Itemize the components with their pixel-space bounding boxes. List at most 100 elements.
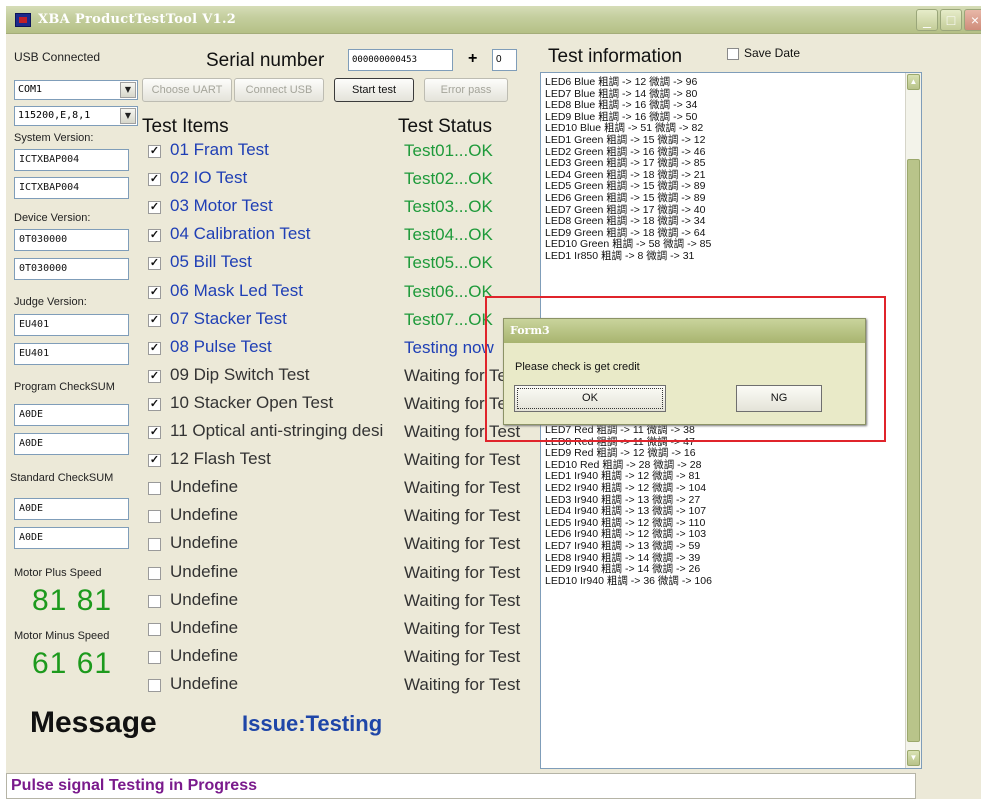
test-status: Waiting for Test (404, 450, 521, 469)
chevron-down-icon[interactable]: ▼ (120, 108, 136, 124)
judge-version-field-1[interactable]: EU401 (14, 314, 129, 336)
test-checkbox[interactable]: ✓ (148, 286, 161, 299)
highlight-frame (485, 296, 886, 442)
test-checkbox[interactable] (148, 623, 161, 636)
test-checkbox[interactable]: ✓ (148, 454, 161, 467)
chevron-down-icon[interactable]: ▼ (120, 82, 136, 98)
com-port-value: COM1 (18, 84, 43, 95)
test-item-name: Undefine (170, 618, 239, 637)
standard-checksum-field-1[interactable]: A0DE (14, 498, 129, 520)
maximize-button[interactable]: □ (940, 9, 962, 31)
test-checkbox[interactable]: ✓ (148, 426, 161, 439)
test-checkbox[interactable]: ✓ (148, 145, 161, 158)
test-item-name: Undefine (170, 533, 239, 552)
test-item-name: 05 Bill Test (170, 252, 252, 271)
log-scrollbar[interactable]: ▲ ▼ (905, 73, 921, 768)
serial-number-input[interactable]: 000000000453 (348, 49, 453, 71)
window-title: XBA ProductTestTool V1.2 (38, 12, 237, 27)
serial-number-title: Serial number (206, 50, 325, 71)
scroll-up-icon[interactable]: ▲ (907, 74, 920, 90)
scroll-thumb[interactable] (907, 159, 920, 742)
plus-sign: + (468, 50, 478, 67)
test-checkbox[interactable]: ✓ (148, 342, 161, 355)
test-item-name: Undefine (170, 477, 239, 496)
standard-checksum-label: Standard CheckSUM (10, 472, 114, 484)
test-checkbox[interactable] (148, 538, 161, 551)
test-checkbox[interactable]: ✓ (148, 314, 161, 327)
test-checkbox[interactable] (148, 595, 161, 608)
device-version-field-2[interactable]: 0T030000 (14, 258, 129, 280)
test-checkbox[interactable] (148, 567, 161, 580)
test-status: Test05...OK (404, 253, 493, 272)
system-version-field-1[interactable]: ICTXBAP004 (14, 149, 129, 171)
program-checksum-label: Program CheckSUM (14, 381, 115, 393)
test-row: ✓ 10 Stacker Open Test Waiting for Test (148, 393, 540, 419)
log-line: LED7 Ir940 粗調 -> 13 微調 -> 59 (545, 540, 701, 552)
baud-select[interactable]: 115200,E,8,1 ▼ (14, 106, 138, 126)
test-information-title: Test information (548, 46, 683, 67)
log-line: LED10 Ir940 粗調 -> 36 微調 -> 106 (545, 574, 712, 587)
test-checkbox[interactable] (148, 651, 161, 664)
test-checkbox[interactable]: ✓ (148, 201, 161, 214)
test-status: Testing now (404, 338, 494, 357)
serial-increment-input[interactable]: 0 (492, 49, 517, 71)
test-item-name: 04 Calibration Test (170, 224, 311, 243)
com-port-select[interactable]: COM1 ▼ (14, 80, 138, 100)
test-item-name: 07 Stacker Test (170, 309, 287, 328)
log-line: LED2 Ir940 粗調 -> 12 微調 -> 104 (545, 482, 707, 494)
test-status: Test04...OK (404, 225, 493, 244)
test-checkbox[interactable]: ✓ (148, 398, 161, 411)
test-item-name: Undefine (170, 646, 239, 665)
test-item-name: 12 Flash Test (170, 449, 271, 468)
motor-minus-label: Motor Minus Speed (14, 630, 110, 642)
choose-uart-button[interactable]: Choose UART (142, 78, 232, 102)
save-date-checkbox[interactable] (727, 48, 739, 60)
test-row: ✓ 05 Bill Test Test05...OK (148, 252, 540, 278)
test-row: ✓ 02 IO Test Test02...OK (148, 168, 540, 194)
judge-version-field-2[interactable]: EU401 (14, 343, 129, 365)
close-button[interactable]: × (964, 9, 981, 31)
test-checkbox[interactable]: ✓ (148, 229, 161, 242)
test-checkbox[interactable]: ✓ (148, 257, 161, 270)
test-status: Waiting for Test (404, 478, 521, 497)
issue-status: Issue:Testing (242, 711, 383, 736)
system-version-label: System Version: (14, 132, 94, 144)
message-label: Message (30, 706, 157, 739)
minimize-button[interactable]: _ (916, 9, 938, 31)
test-status: Waiting for Test (404, 506, 521, 525)
test-checkbox[interactable]: ✓ (148, 370, 161, 383)
log-line: LED6 Green 粗調 -> 15 微調 -> 89 (545, 192, 706, 204)
test-row: ✓ 04 Calibration Test Test04...OK (148, 224, 540, 250)
test-item-name: 03 Motor Test (170, 196, 273, 215)
test-item-name: 01 Fram Test (170, 140, 269, 159)
connect-usb-button[interactable]: Connect USB (234, 78, 324, 102)
test-checkbox[interactable] (148, 679, 161, 692)
log-line: LED1 Green 粗調 -> 15 微調 -> 12 (545, 134, 706, 146)
test-status: Test03...OK (404, 197, 493, 216)
motor-plus-label: Motor Plus Speed (14, 567, 102, 579)
device-version-field-1[interactable]: 0T030000 (14, 229, 129, 251)
scroll-down-icon[interactable]: ▼ (907, 750, 920, 766)
test-row: Undefine Waiting for Test (148, 533, 540, 559)
test-status-header: Test Status (398, 116, 492, 137)
standard-checksum-field-2[interactable]: A0DE (14, 527, 129, 549)
test-checkbox[interactable]: ✓ (148, 173, 161, 186)
system-version-field-2[interactable]: ICTXBAP004 (14, 177, 129, 199)
error-pass-button[interactable]: Error pass (424, 78, 508, 102)
test-row: ✓ 09 Dip Switch Test Waiting for Test (148, 365, 540, 391)
log-line: LED1 Ir850 粗調 -> 8 微調 -> 31 (545, 250, 695, 262)
title-bar[interactable]: XBA ProductTestTool V1.2 _ □ × (6, 6, 981, 34)
test-row: ✓ 11 Optical anti-stringing desi Waiting f… (148, 421, 540, 447)
test-checkbox[interactable] (148, 510, 161, 523)
test-status: Waiting for Test (404, 534, 521, 553)
program-checksum-field-1[interactable]: A0DE (14, 404, 129, 426)
test-row: Undefine Waiting for Test (148, 618, 540, 644)
test-row: ✓ 07 Stacker Test Test07...OK (148, 309, 540, 335)
test-item-name: 06 Mask Led Test (170, 281, 303, 300)
test-checkbox[interactable] (148, 482, 161, 495)
test-item-name: 11 Optical anti-stringing desi (170, 421, 384, 440)
test-row: Undefine Waiting for Test (148, 505, 540, 531)
start-test-button[interactable]: Start test (334, 78, 414, 102)
program-checksum-field-2[interactable]: A0DE (14, 433, 129, 455)
test-status: Test07...OK (404, 310, 493, 329)
